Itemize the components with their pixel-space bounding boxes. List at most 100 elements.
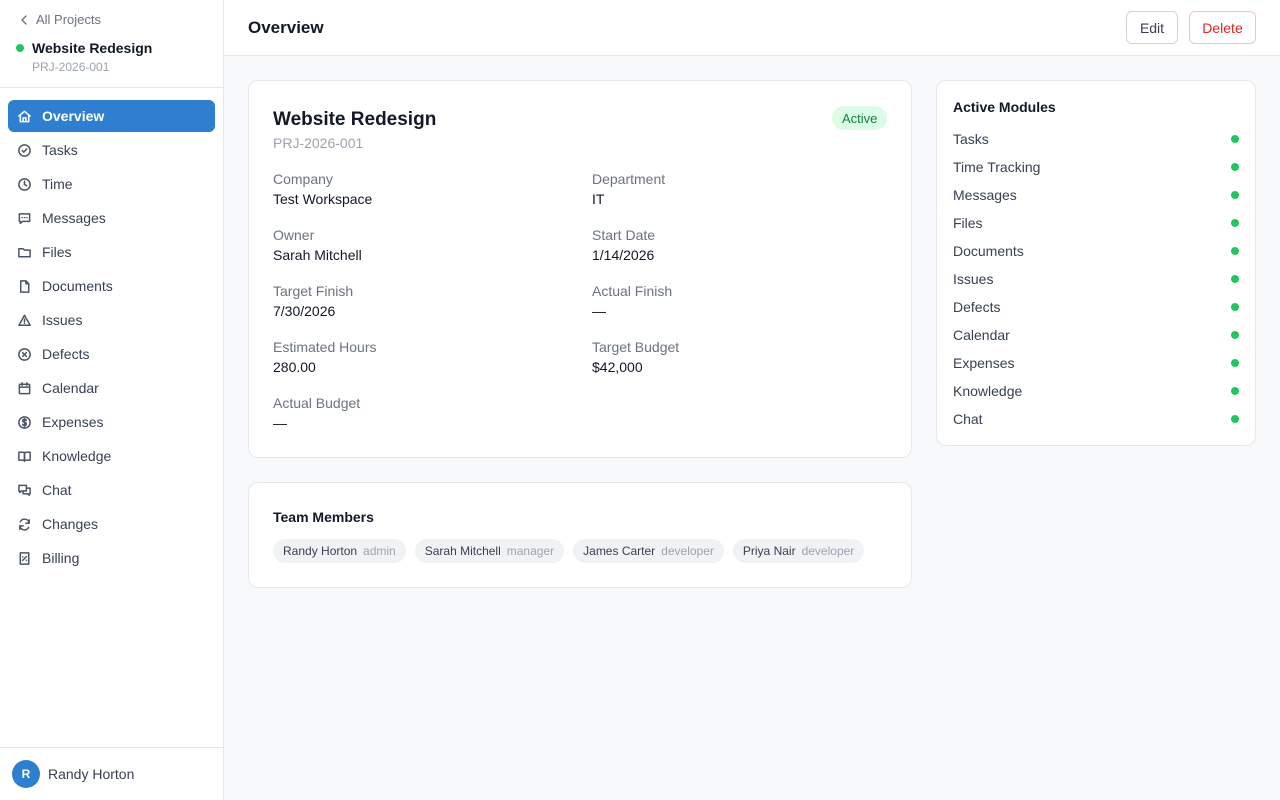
clock-icon <box>18 177 31 191</box>
member-name: James Carter <box>583 544 656 558</box>
module-status-dot <box>1231 191 1239 199</box>
module-label: Knowledge <box>953 383 1023 399</box>
module-status-dot <box>1231 415 1239 423</box>
field-company: Company Test Workspace <box>273 171 573 211</box>
member-role: admin <box>363 544 396 558</box>
sidebar-item-label: Knowledge <box>42 448 112 464</box>
team-member-chip[interactable]: Sarah Mitchell manager <box>414 539 565 563</box>
module-status-dot <box>1231 275 1239 283</box>
field-value: IT <box>592 191 605 207</box>
sidebar-item-label: Changes <box>42 516 99 532</box>
module-label: Issues <box>953 271 994 287</box>
sidebar-item-chat[interactable]: Chat <box>8 474 215 506</box>
sidebar-item-label: Tasks <box>42 142 78 158</box>
sidebar-item-changes[interactable]: Changes <box>8 508 215 540</box>
member-role: developer <box>801 544 855 558</box>
team-member-chip[interactable]: Priya Nair developer <box>732 539 865 563</box>
sidebar-item-label: Defects <box>42 346 90 362</box>
field-label: Target Budget <box>592 339 680 355</box>
sidebar-item-label: Messages <box>42 210 106 226</box>
module-label: Documents <box>953 243 1024 259</box>
module-label: Tasks <box>953 131 989 147</box>
team-member-chip[interactable]: James Carter developer <box>573 539 724 563</box>
module-item: Issues <box>953 265 1239 293</box>
sidebar-item-knowledge[interactable]: Knowledge <box>8 440 215 472</box>
module-label: Calendar <box>953 327 1010 343</box>
sidebar-item-label: Overview <box>42 108 105 124</box>
status-badge: Active <box>832 106 888 130</box>
sidebar-item-files[interactable]: Files <box>8 236 215 268</box>
module-list: Tasks Time Tracking Messages Files Docum… <box>953 125 1239 433</box>
sidebar-item-expenses[interactable]: Expenses <box>8 406 215 438</box>
project-details-card: Website Redesign PRJ-2026-001 Active Com… <box>248 80 912 458</box>
field-target-finish: Target Finish 7/30/2026 <box>273 283 573 323</box>
field-value: Sarah Mitchell <box>273 247 362 263</box>
field-label: Start Date <box>592 227 656 243</box>
check-circle-icon <box>18 143 31 157</box>
home-icon <box>18 110 31 122</box>
sidebar-item-calendar[interactable]: Calendar <box>8 372 215 404</box>
sidebar-item-issues[interactable]: Issues <box>8 304 215 336</box>
team-members-title: Team Members <box>273 509 374 525</box>
field-estimated-hours: Estimated Hours 280.00 <box>273 339 573 379</box>
module-status-dot <box>1231 247 1239 255</box>
warning-icon <box>18 314 31 326</box>
field-label: Estimated Hours <box>273 339 377 355</box>
module-item: Documents <box>953 237 1239 265</box>
member-name: Randy Horton <box>283 544 358 558</box>
sidebar-item-time[interactable]: Time <box>8 168 215 200</box>
field-label: Company <box>273 171 333 187</box>
module-status-dot <box>1231 331 1239 339</box>
project-code: PRJ-2026-001 <box>32 60 110 74</box>
module-item: Calendar <box>953 321 1239 349</box>
active-modules-card: Active Modules Tasks Time Tracking Messa… <box>936 80 1256 446</box>
edit-button[interactable]: Edit <box>1126 11 1178 44</box>
module-item: Knowledge <box>953 377 1239 405</box>
module-item: Time Tracking <box>953 153 1239 181</box>
back-to-projects-link[interactable]: All Projects <box>18 12 101 27</box>
field-value: 7/30/2026 <box>273 303 336 319</box>
sidebar-item-label: Files <box>42 244 72 260</box>
folder-icon <box>18 247 31 257</box>
field-label: Department <box>592 171 666 187</box>
field-label: Target Finish <box>273 283 354 299</box>
sidebar-item-overview[interactable]: Overview <box>8 100 215 132</box>
sidebar-item-billing[interactable]: Billing <box>8 542 215 574</box>
field-value: 280.00 <box>273 359 316 375</box>
avatar: R <box>12 760 40 788</box>
active-modules-title: Active Modules <box>953 99 1056 115</box>
module-label: Messages <box>953 187 1017 203</box>
team-member-list: Randy Horton admin Sarah Mitchell manage… <box>273 539 865 563</box>
sidebar-item-label: Documents <box>42 278 113 294</box>
field-label: Actual Finish <box>592 283 673 299</box>
field-start-date: Start Date 1/14/2026 <box>592 227 892 267</box>
module-status-dot <box>1231 359 1239 367</box>
module-label: Expenses <box>953 355 1015 371</box>
member-role: manager <box>506 544 555 558</box>
sidebar-item-documents[interactable]: Documents <box>8 270 215 302</box>
book-icon <box>18 451 31 462</box>
field-value: Test Workspace <box>273 191 373 207</box>
project-status-dot <box>16 44 24 52</box>
module-item: Defects <box>953 293 1239 321</box>
document-icon <box>20 279 30 293</box>
field-actual-finish: Actual Finish — <box>592 283 892 323</box>
project-title: Website Redesign <box>273 109 437 130</box>
module-label: Defects <box>953 299 1001 315</box>
module-status-dot <box>1231 387 1239 395</box>
sidebar-item-tasks[interactable]: Tasks <box>8 134 215 166</box>
sidebar-item-messages[interactable]: Messages <box>8 202 215 234</box>
field-label: Owner <box>273 227 315 243</box>
sidebar-item-label: Billing <box>42 550 80 566</box>
team-member-chip[interactable]: Randy Horton admin <box>273 539 406 563</box>
project-code-subtitle: PRJ-2026-001 <box>273 135 364 151</box>
sidebar-item-label: Time <box>42 176 73 192</box>
module-status-dot <box>1231 219 1239 227</box>
member-role: developer <box>661 544 714 558</box>
delete-button[interactable]: Delete <box>1189 11 1256 44</box>
module-label: Files <box>953 215 983 231</box>
sidebar-item-defects[interactable]: Defects <box>8 338 215 370</box>
field-value: 1/14/2026 <box>592 247 655 263</box>
user-profile[interactable]: R Randy Horton <box>0 747 223 800</box>
module-item: Files <box>953 209 1239 237</box>
